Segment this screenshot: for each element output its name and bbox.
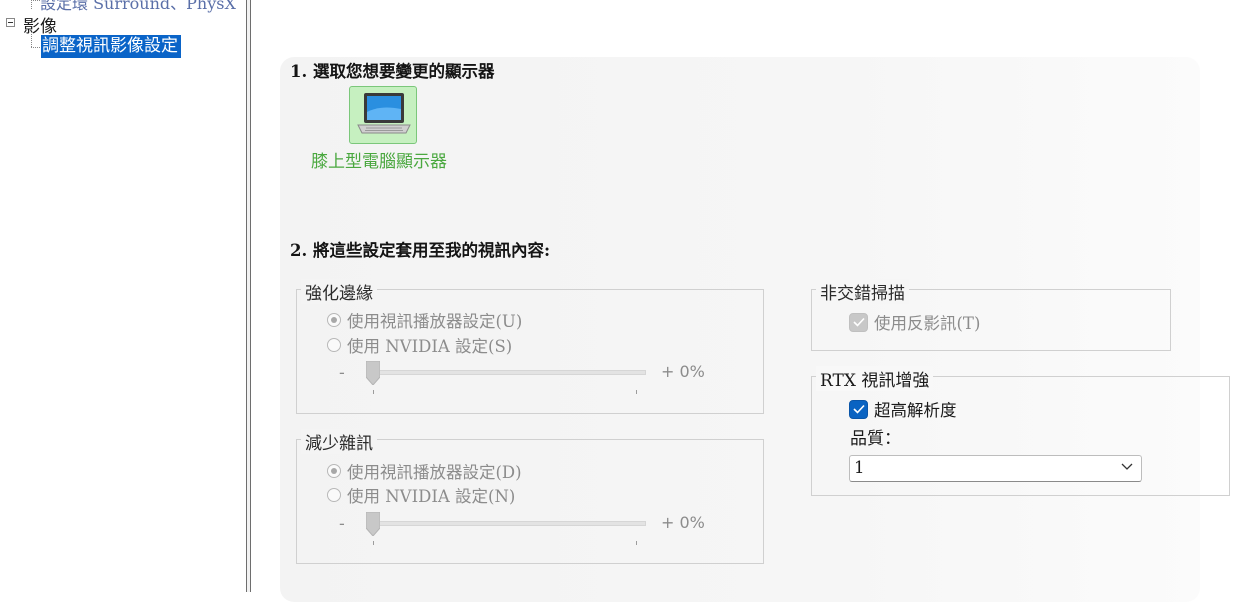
edge-slider-track[interactable] <box>366 370 646 375</box>
navigation-tree: 設定環 Surround、PhysX 影像 調整視訊影像設定 <box>0 0 246 592</box>
edge-slider-value: + 0% <box>661 362 705 381</box>
rtx-video-title: RTX 視訊增強 <box>816 366 934 391</box>
tree-connector <box>31 0 32 9</box>
tree-connector <box>31 0 40 1</box>
laptop-icon <box>357 93 411 134</box>
edge-use-nvidia-option[interactable]: 使用 NVIDIA 設定(S) <box>327 333 512 357</box>
inverse-telecine-option[interactable]: 使用反影訊(T) <box>849 310 980 334</box>
noise-slider-thumb[interactable] <box>366 512 380 536</box>
edge-enhance-title: 強化邊緣 <box>301 279 377 304</box>
edge-use-player-option[interactable]: 使用視訊播放器設定(U) <box>327 308 522 332</box>
slider-tick <box>373 390 374 394</box>
checkbox-checked-icon <box>849 399 868 419</box>
laptop-display-button[interactable] <box>349 86 417 144</box>
step1-title: 1. 選取您想要變更的顯示器 <box>290 62 495 81</box>
chevron-down-icon <box>1121 463 1133 470</box>
radio-unchecked-icon <box>327 488 341 502</box>
collapse-toggle-icon[interactable] <box>6 18 15 27</box>
quality-dropdown[interactable]: 1 <box>849 455 1142 482</box>
slider-tick <box>636 390 637 394</box>
tree-connector <box>31 47 40 48</box>
laptop-display-label: 膝上型電腦顯示器 <box>311 152 447 172</box>
deinterlace-title: 非交錯掃描 <box>816 279 909 304</box>
edge-use-player-label: 使用視訊播放器設定(U) <box>347 312 523 331</box>
tree-item-image[interactable]: 影像 <box>23 12 57 37</box>
noise-slider-track[interactable] <box>366 521 646 526</box>
noise-use-nvidia-option[interactable]: 使用 NVIDIA 設定(N) <box>327 483 515 507</box>
radio-unchecked-icon <box>327 338 341 352</box>
noise-use-player-option[interactable]: 使用視訊播放器設定(D) <box>327 459 522 483</box>
super-resolution-label: 超高解析度 <box>874 401 957 420</box>
checkbox-checked-disabled-icon <box>849 312 868 332</box>
slider-tick <box>373 541 374 545</box>
edge-slider-minus: - <box>339 363 345 382</box>
edge-use-nvidia-label: 使用 NVIDIA 設定(S) <box>347 337 513 356</box>
inverse-telecine-label: 使用反影訊(T) <box>874 314 981 333</box>
radio-checked-icon <box>327 464 341 478</box>
tree-connector <box>31 34 32 47</box>
radio-checked-icon <box>327 313 341 327</box>
step2-title: 2. 將這些設定套用至我的視訊內容: <box>290 241 551 260</box>
tree-item-adjust-video-image[interactable]: 調整視訊影像設定 <box>41 35 181 58</box>
noise-use-player-label: 使用視訊播放器設定(D) <box>347 463 522 482</box>
noise-slider-value: + 0% <box>661 513 705 532</box>
noise-reduction-title: 減少雜訊 <box>301 429 377 454</box>
super-resolution-option[interactable]: 超高解析度 <box>849 397 957 421</box>
noise-slider-minus: - <box>339 514 345 533</box>
tree-item-surround-physx[interactable]: 設定環 Surround、PhysX <box>40 0 236 14</box>
quality-label: 品質： <box>850 429 901 449</box>
noise-use-nvidia-label: 使用 NVIDIA 設定(N) <box>347 487 516 506</box>
edge-slider-thumb[interactable] <box>366 361 380 385</box>
pane-splitter[interactable] <box>246 0 251 592</box>
quality-value: 1 <box>854 458 865 477</box>
slider-tick <box>636 541 637 545</box>
